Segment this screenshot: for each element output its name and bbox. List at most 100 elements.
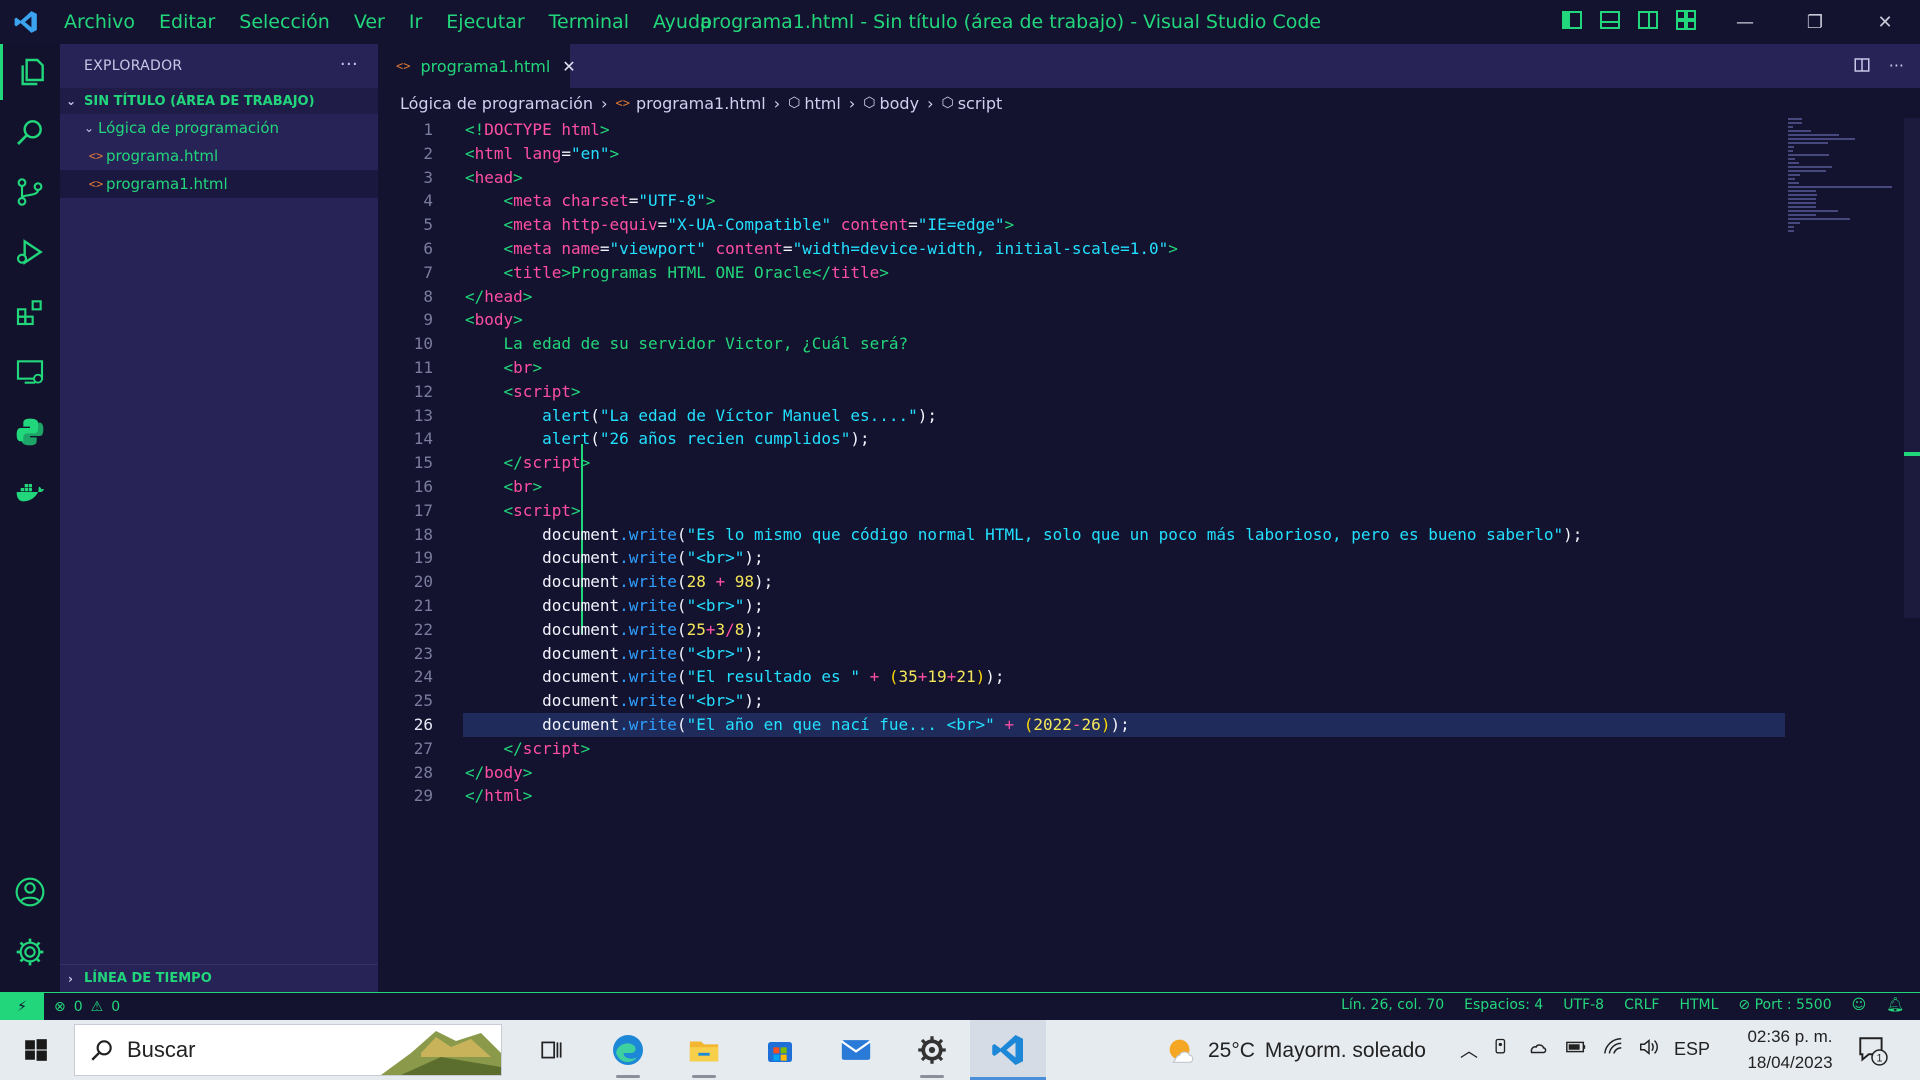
extensions-icon[interactable] — [0, 284, 60, 340]
accounts-icon[interactable] — [0, 864, 60, 920]
more-actions-icon[interactable]: ··· — [1889, 56, 1904, 78]
file-explorer-icon[interactable] — [666, 1020, 742, 1080]
split-editor-icon[interactable] — [1853, 56, 1871, 78]
menu-ir[interactable]: Ir — [397, 11, 434, 33]
vscode-icon[interactable] — [970, 1020, 1046, 1080]
menu-editar[interactable]: Editar — [147, 11, 227, 33]
vertical-scrollbar[interactable] — [1904, 118, 1920, 618]
settings-icon[interactable] — [894, 1020, 970, 1080]
code-line[interactable]: <!DOCTYPE html> — [465, 118, 1865, 142]
breadcrumb-html[interactable]: html — [804, 94, 840, 113]
code-line[interactable]: document.write(25+3/8); — [465, 618, 1865, 642]
toggle-panel-icon[interactable] — [1598, 8, 1622, 32]
code-line[interactable]: <meta name="viewport" content="width=dev… — [465, 237, 1865, 261]
code-line[interactable]: document.write("<br>"); — [465, 546, 1865, 570]
docker-icon[interactable] — [0, 464, 60, 520]
input-language[interactable]: ESP — [1674, 1039, 1710, 1060]
file-item-programa1[interactable]: <> programa1.html — [60, 170, 378, 198]
cursor-position[interactable]: Lín. 26, col. 70 — [1341, 997, 1444, 1013]
toggle-primary-sidebar-icon[interactable] — [1560, 8, 1584, 32]
minimap[interactable] — [1788, 118, 1908, 232]
explorer-icon[interactable] — [0, 44, 60, 100]
source-control-icon[interactable] — [0, 164, 60, 220]
edge-icon[interactable] — [590, 1020, 666, 1080]
encoding[interactable]: UTF-8 — [1563, 997, 1604, 1013]
code-line[interactable]: <script> — [465, 499, 1865, 523]
code-line[interactable]: document.write("Es lo mismo que código n… — [465, 523, 1865, 547]
code-line[interactable]: alert("La edad de Víctor Manuel es....")… — [465, 404, 1865, 428]
code-line[interactable]: <body> — [465, 308, 1865, 332]
breadcrumb-folder[interactable]: Lógica de programación — [400, 94, 593, 113]
code-line[interactable]: document.write("El resultado es " + (35+… — [465, 665, 1865, 689]
chevron-up-icon[interactable]: ︿ — [1460, 1037, 1478, 1063]
code-line[interactable]: document.write("<br>"); — [465, 594, 1865, 618]
run-debug-icon[interactable] — [0, 224, 60, 280]
weather-widget[interactable]: 25°C Mayorm. soleado — [1164, 1034, 1426, 1068]
code-line[interactable]: document.write("<br>"); — [465, 642, 1865, 666]
code-line[interactable]: alert("26 años recien cumplidos"); — [465, 427, 1865, 451]
code-line[interactable]: <html lang="en"> — [465, 142, 1865, 166]
search-icon[interactable] — [0, 104, 60, 160]
code-line[interactable]: </html> — [465, 784, 1865, 808]
breadcrumb-script[interactable]: script — [958, 94, 1003, 113]
task-view-icon[interactable] — [514, 1020, 590, 1080]
code-line[interactable]: document.write("<br>"); — [465, 689, 1865, 713]
menu-terminal[interactable]: Terminal — [537, 11, 641, 33]
code-line[interactable]: La edad de su servidor Victor, ¿Cuál ser… — [465, 332, 1865, 356]
breadcrumb-body[interactable]: body — [879, 94, 919, 113]
store-icon[interactable] — [742, 1020, 818, 1080]
menu-ver[interactable]: Ver — [342, 11, 397, 33]
code-line[interactable]: </script> — [465, 737, 1865, 761]
toggle-secondary-sidebar-icon[interactable] — [1636, 8, 1660, 32]
code-line[interactable]: <head> — [465, 166, 1865, 190]
close-tab-icon[interactable]: ✕ — [562, 57, 575, 76]
volume-icon[interactable] — [1638, 1036, 1660, 1063]
code-line[interactable]: document.write("El año en que nací fue..… — [463, 712, 1785, 737]
live-server-port[interactable]: ⊘ Port : 5500 — [1738, 997, 1831, 1013]
tab-programa1[interactable]: <> programa1.html ✕ — [378, 44, 576, 88]
manage-gear-icon[interactable] — [0, 924, 60, 980]
battery-icon[interactable] — [1564, 1036, 1588, 1063]
menu-archivo[interactable]: Archivo — [52, 11, 147, 33]
code-area[interactable]: <!DOCTYPE html> <html lang="en"> <head> <m… — [463, 118, 1865, 808]
problems-indicator[interactable]: ⊗ 0 ⚠ 0 — [44, 999, 120, 1015]
windows-start-icon[interactable] — [0, 1020, 72, 1080]
notifications-icon[interactable]: 1 — [1856, 1034, 1888, 1070]
code-line[interactable]: <br> — [465, 475, 1865, 499]
notifications-bell-icon[interactable]: 🔔︎ — [1886, 997, 1904, 1013]
code-line[interactable]: <br> — [465, 356, 1865, 380]
language-mode[interactable]: HTML — [1679, 997, 1718, 1013]
code-line[interactable]: <title>Programas HTML ONE Oracle</title> — [465, 261, 1865, 285]
breadcrumb-file[interactable]: programa1.html — [636, 94, 766, 113]
code-line[interactable]: document.write(28 + 98); — [465, 570, 1865, 594]
menu-seleccion[interactable]: Selección — [227, 11, 342, 33]
close-window-button[interactable]: ✕ — [1850, 0, 1920, 44]
meet-now-icon[interactable] — [1492, 1037, 1512, 1062]
code-line[interactable]: <script> — [465, 380, 1865, 404]
workspace-section[interactable]: ⌄ SIN TÍTULO (ÁREA DE TRABAJO) — [60, 88, 378, 114]
indentation[interactable]: Espacios: 4 — [1464, 997, 1543, 1013]
remote-explorer-icon[interactable] — [0, 344, 60, 400]
code-line[interactable]: </script> — [465, 451, 1865, 475]
code-line[interactable]: <meta charset="UTF-8"> — [465, 189, 1865, 213]
mail-icon[interactable] — [818, 1020, 894, 1080]
system-clock[interactable]: 02:36 p. m. 18/04/2023 — [1738, 1024, 1842, 1076]
wifi-icon[interactable] — [1602, 1036, 1624, 1063]
timeline-section[interactable]: › LÍNEA DE TIEMPO — [60, 964, 378, 992]
feedback-icon[interactable]: ☺ — [1852, 997, 1867, 1013]
code-line[interactable]: </body> — [465, 761, 1865, 785]
file-item-programa[interactable]: <> programa.html — [60, 142, 378, 170]
python-icon[interactable] — [0, 404, 60, 460]
end-of-line[interactable]: CRLF — [1624, 997, 1659, 1013]
taskbar-search-box[interactable]: Buscar — [74, 1024, 502, 1076]
restore-button[interactable]: ❐ — [1780, 0, 1850, 44]
folder-item[interactable]: ⌄ Lógica de programación — [60, 114, 378, 142]
onedrive-icon[interactable] — [1526, 1036, 1550, 1063]
menu-ejecutar[interactable]: Ejecutar — [434, 11, 536, 33]
code-line[interactable]: </head> — [465, 285, 1865, 309]
minimize-button[interactable]: — — [1710, 0, 1780, 44]
code-editor[interactable]: 1 2 3 4 5 6 7 8 9 10 11 12 13 14 15 16 17 18 19 20 21 22 23 24 2… — [378, 118, 1920, 992]
remote-indicator-icon[interactable]: ⚡ — [0, 993, 44, 1020]
customize-layout-icon[interactable] — [1674, 8, 1698, 32]
code-line[interactable]: <meta http-equiv="X-UA-Compatible" conte… — [465, 213, 1865, 237]
